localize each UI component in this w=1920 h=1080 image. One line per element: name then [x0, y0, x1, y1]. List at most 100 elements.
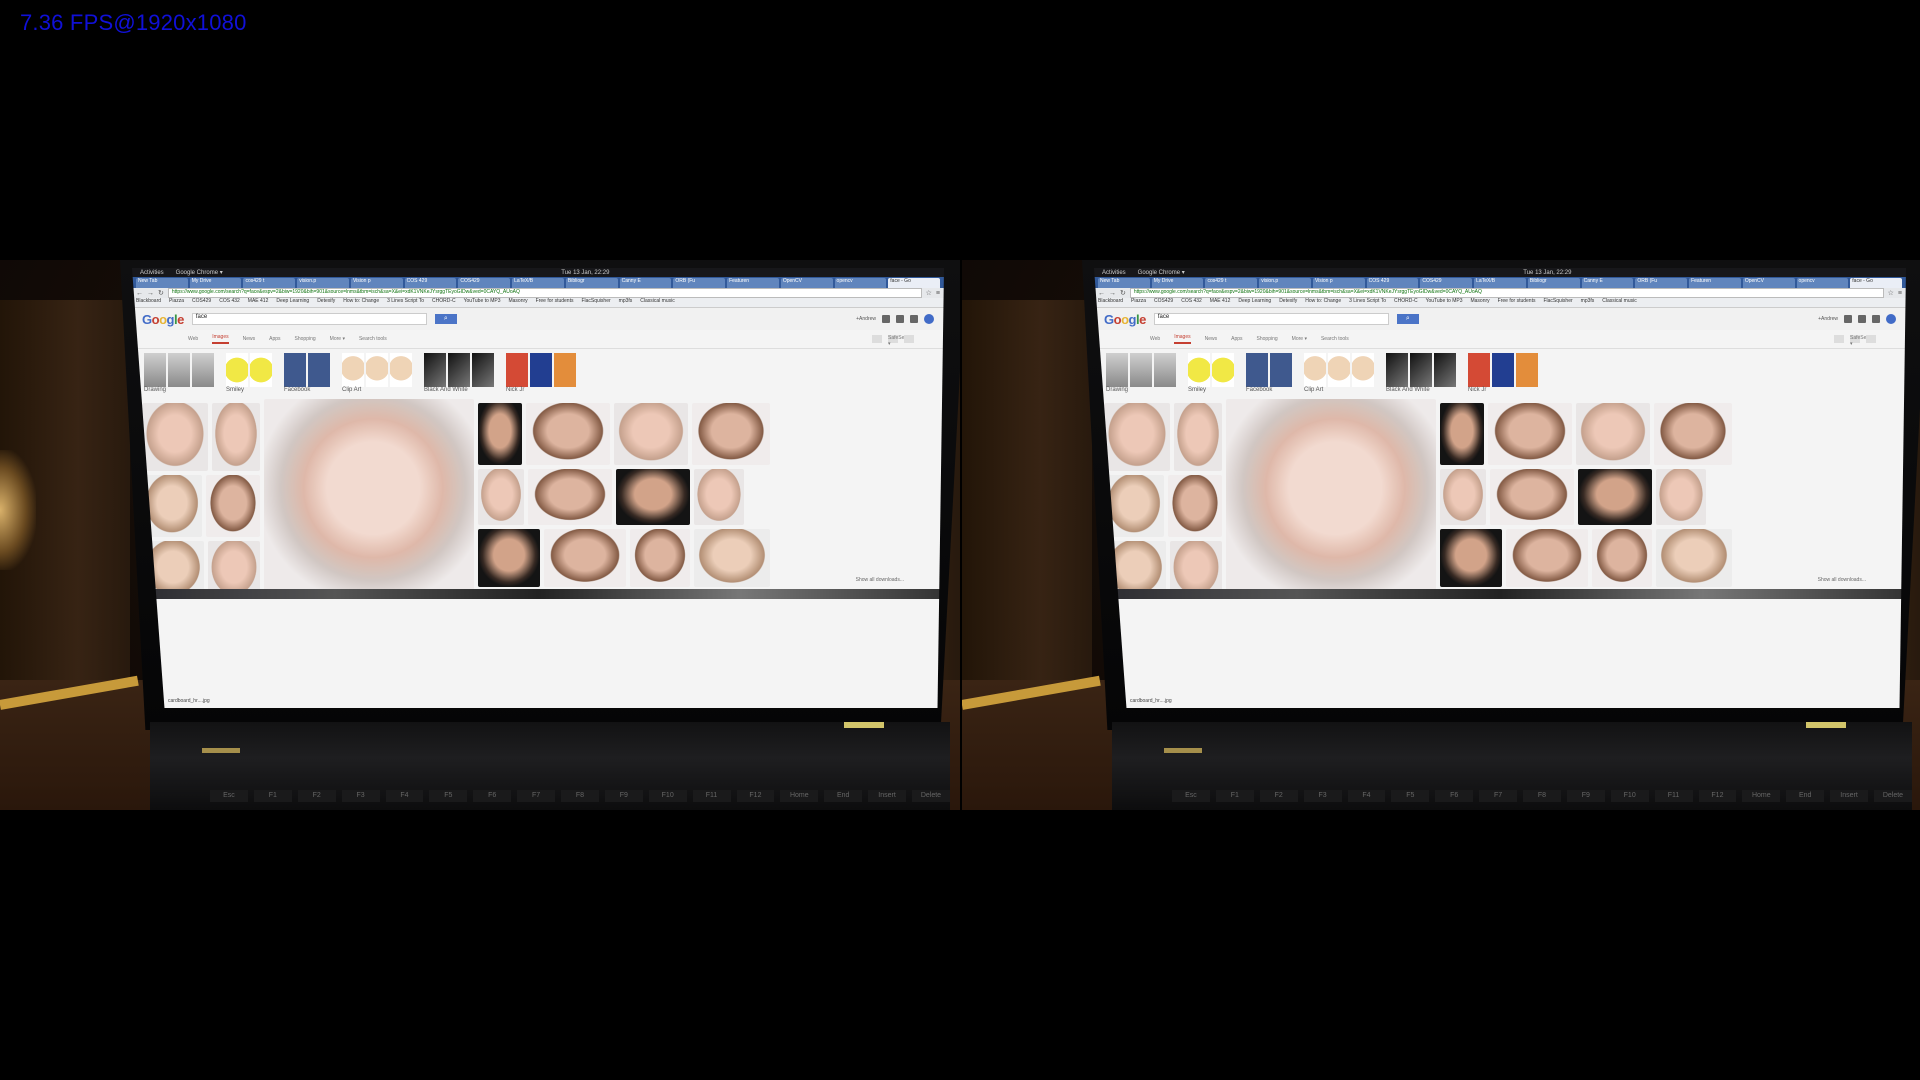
tab-web[interactable]: Web — [1150, 336, 1160, 342]
share-icon[interactable] — [1872, 315, 1880, 323]
image-result[interactable] — [528, 469, 612, 525]
bookmark[interactable]: Blackboard — [136, 298, 161, 307]
bookmark[interactable]: mp3fs — [1581, 298, 1595, 307]
bookmark[interactable]: FlacSquisher — [581, 298, 610, 307]
tab-shopping[interactable]: Shopping — [1257, 336, 1278, 342]
back-icon[interactable]: ← — [136, 290, 143, 297]
tab-more[interactable]: More ▾ — [330, 336, 345, 342]
category-clip-art[interactable]: Clip Art — [342, 353, 412, 399]
bookmark[interactable]: 3 Lines Script To — [387, 298, 424, 307]
category-drawing[interactable]: Drawing — [1106, 353, 1176, 399]
image-result[interactable] — [1168, 475, 1222, 537]
bookmark[interactable]: Masonry — [1470, 298, 1489, 307]
image-result[interactable] — [478, 403, 522, 465]
bookmark[interactable]: How to: Change — [1305, 298, 1341, 307]
tab[interactable]: LaTeX/B — [1474, 278, 1526, 288]
url-field[interactable]: https://www.google.com/search?q=face&esp… — [167, 288, 922, 298]
tab[interactable]: OpenCV — [1742, 278, 1795, 288]
category-nick-jr[interactable]: Nick Jr — [1468, 353, 1538, 399]
category-black-and-white[interactable]: Black And White — [1386, 353, 1456, 399]
tab[interactable]: Featuren — [727, 278, 779, 288]
forward-icon[interactable]: → — [1109, 290, 1116, 297]
google-logo[interactable]: Google — [142, 312, 184, 327]
tab[interactable]: cos429 t — [243, 278, 296, 288]
show-all-downloads-link[interactable]: Show all downloads... — [1818, 577, 1866, 583]
bookmark[interactable]: Piazza — [169, 298, 184, 307]
tab[interactable]: vision.p — [1259, 278, 1311, 288]
tab[interactable]: Canny E — [619, 278, 672, 288]
bookmark[interactable]: COS429 — [192, 298, 211, 307]
image-result[interactable] — [206, 475, 260, 537]
show-all-downloads-link[interactable]: Show all downloads... — [856, 577, 904, 583]
tab[interactable]: Vision p — [1312, 278, 1365, 288]
image-result[interactable] — [478, 529, 540, 587]
apps-icon[interactable] — [1844, 315, 1852, 323]
bookmark[interactable]: CHORD-C — [1394, 298, 1418, 307]
search-input[interactable]: face — [191, 313, 427, 325]
back-icon[interactable]: ← — [1098, 290, 1105, 297]
bookmark[interactable]: FlacSquisher — [1543, 298, 1572, 307]
tab[interactable]: opencv — [1796, 278, 1849, 288]
clock[interactable]: Tue 13 Jan, 22:29 — [1523, 270, 1571, 276]
tab-web[interactable]: Web — [188, 336, 198, 342]
category-nick-jr[interactable]: Nick Jr — [506, 353, 576, 399]
bookmark[interactable]: YouTube to MP3 — [464, 298, 501, 307]
share-icon[interactable] — [910, 315, 918, 323]
tab[interactable]: Canny E — [1581, 278, 1634, 288]
activities-button[interactable]: Activities — [1102, 270, 1126, 276]
bookmark[interactable]: Deep Learning — [1238, 298, 1271, 307]
tab[interactable]: COS 429 — [404, 278, 457, 288]
bookmark[interactable]: MAE 412 — [1210, 298, 1231, 307]
search-tools[interactable]: Search tools — [1321, 336, 1349, 342]
image-result-featured[interactable] — [1226, 399, 1436, 597]
image-result[interactable] — [1488, 403, 1572, 465]
category-clip-art[interactable]: Clip Art — [1304, 353, 1374, 399]
search-icon[interactable]: ⌕ — [1396, 314, 1419, 324]
image-result[interactable] — [1104, 403, 1170, 471]
category-black-and-white[interactable]: Black And White — [424, 353, 494, 399]
tab-apps[interactable]: Apps — [1231, 336, 1242, 342]
tab[interactable]: OpenCV — [780, 278, 833, 288]
notifications-icon[interactable] — [896, 315, 904, 323]
tab[interactable]: opencv — [834, 278, 887, 288]
tab[interactable]: Bibliogr — [565, 278, 618, 288]
safesearch-menu[interactable]: SafeSearch ▾ — [1850, 335, 1876, 347]
tab[interactable]: LaTeX/B — [512, 278, 564, 288]
gear-icon[interactable] — [904, 335, 914, 343]
bookmark[interactable]: COS 432 — [1181, 298, 1202, 307]
tab-news[interactable]: News — [1205, 336, 1218, 342]
image-result[interactable] — [616, 469, 690, 525]
bookmark[interactable]: Masonry — [508, 298, 527, 307]
category-smiley[interactable]: Smiley — [226, 353, 272, 399]
image-result[interactable] — [1440, 403, 1484, 465]
image-result[interactable] — [544, 529, 626, 587]
image-result[interactable] — [526, 403, 610, 465]
tab[interactable]: vision.p — [297, 278, 349, 288]
category-drawing[interactable]: Drawing — [144, 353, 214, 399]
bookmark[interactable]: Free for students — [536, 298, 574, 307]
tab-images[interactable]: Images — [212, 334, 229, 344]
image-result[interactable] — [1576, 403, 1650, 465]
menu-icon[interactable]: ≡ — [936, 290, 940, 297]
user-name[interactable]: +Andrew — [856, 316, 876, 322]
bookmark[interactable]: Blackboard — [1098, 298, 1123, 307]
tab[interactable]: COS429 — [458, 278, 511, 288]
image-result[interactable] — [1174, 403, 1222, 471]
bookmark[interactable]: YouTube to MP3 — [1426, 298, 1463, 307]
user-name[interactable]: +Andrew — [1818, 316, 1838, 322]
tab-news[interactable]: News — [243, 336, 256, 342]
google-logo[interactable]: Google — [1104, 312, 1146, 327]
tab-more[interactable]: More ▾ — [1292, 336, 1307, 342]
tab-active[interactable]: face - Go — [888, 278, 941, 288]
view-toggle[interactable] — [1834, 335, 1844, 343]
image-result[interactable] — [614, 403, 688, 465]
tab[interactable]: Featuren — [1689, 278, 1741, 288]
download-item[interactable]: cardboard_hr....jpg — [168, 698, 210, 704]
bookmark[interactable]: CHORD-C — [432, 298, 456, 307]
image-result[interactable] — [1440, 529, 1502, 587]
bookmark[interactable]: Free for students — [1498, 298, 1536, 307]
menu-icon[interactable]: ≡ — [1898, 290, 1902, 297]
tab[interactable]: ORB (Fu — [1635, 278, 1688, 288]
tab-shopping[interactable]: Shopping — [295, 336, 316, 342]
avatar[interactable] — [1886, 314, 1896, 324]
